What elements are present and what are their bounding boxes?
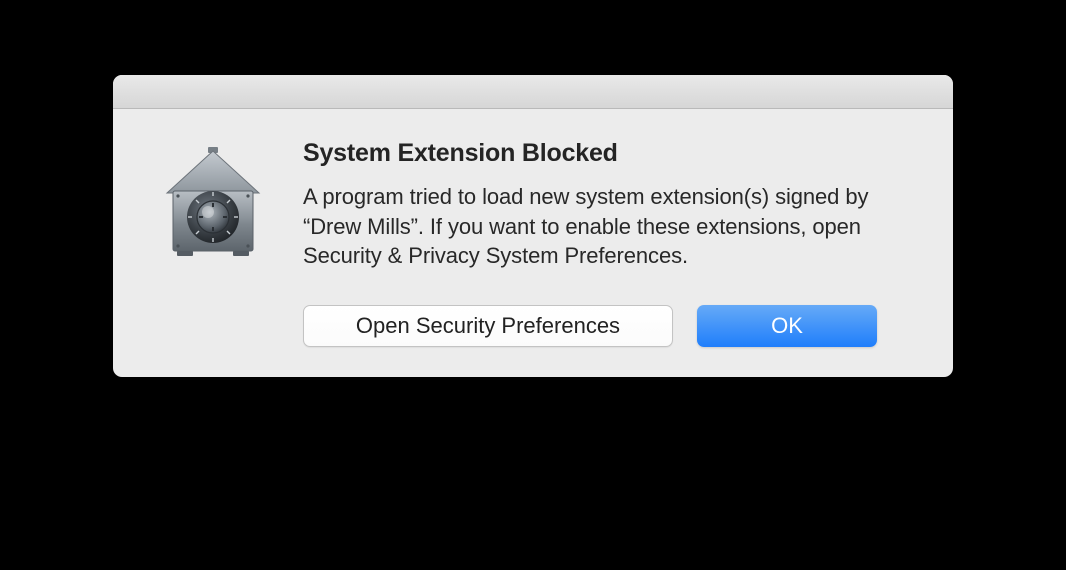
dialog-icon-column: [153, 139, 273, 347]
security-house-vault-icon: [153, 145, 273, 265]
dialog-titlebar: [113, 75, 953, 109]
dialog-content: System Extension Blocked A program tried…: [113, 109, 953, 377]
dialog-message: A program tried to load new system exten…: [303, 182, 923, 271]
ok-button[interactable]: OK: [697, 305, 877, 347]
dialog-text-column: System Extension Blocked A program tried…: [303, 139, 923, 347]
open-security-preferences-button[interactable]: Open Security Preferences: [303, 305, 673, 347]
dialog-button-row: Open Security Preferences OK: [303, 305, 923, 347]
system-alert-dialog: System Extension Blocked A program tried…: [113, 75, 953, 377]
dialog-title: System Extension Blocked: [303, 139, 923, 168]
